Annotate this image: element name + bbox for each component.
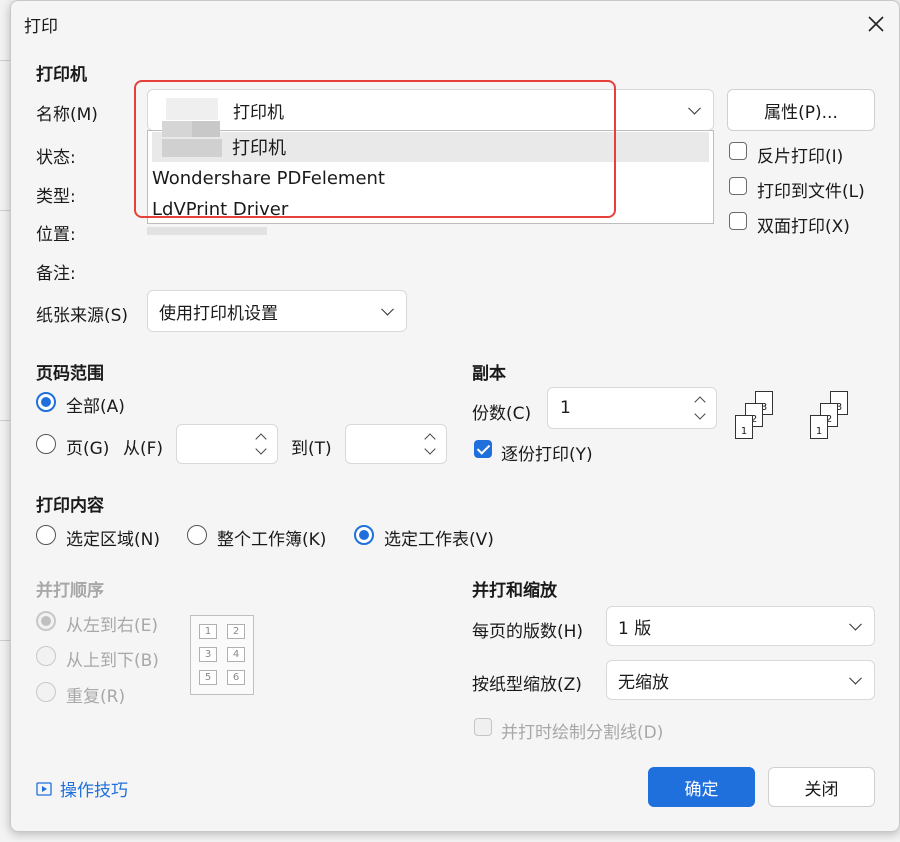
- order-cell: 5: [199, 670, 217, 685]
- order-cell: 1: [199, 624, 217, 639]
- pages-per-sheet-value: 1 版: [618, 618, 652, 639]
- scale-label: 按纸型缩放(Z): [472, 675, 582, 695]
- order-cell: 2: [227, 624, 245, 639]
- chevron-down-icon: [688, 101, 701, 115]
- copies-title: 副本: [472, 364, 506, 384]
- selection-radio[interactable]: [36, 525, 56, 545]
- worksheet-label[interactable]: 选定工作表(V): [384, 525, 494, 550]
- scale-select[interactable]: 无缩放: [606, 660, 875, 700]
- workbook-label[interactable]: 整个工作簿(K): [217, 525, 326, 550]
- order-cell: 3: [199, 647, 217, 662]
- order-cell: 4: [227, 647, 245, 662]
- chevron-down-icon: [381, 302, 394, 316]
- copies-count-value: 1: [560, 398, 571, 418]
- page-range-pages-label[interactable]: 页(G): [66, 434, 109, 459]
- redacted-printer-name: [162, 139, 222, 157]
- collate-label[interactable]: 逐份打印(Y): [501, 440, 593, 465]
- properties-button[interactable]: 属性(P)...: [727, 89, 875, 131]
- spin-down-icon[interactable]: [424, 443, 436, 455]
- selection-label[interactable]: 选定区域(N): [66, 525, 160, 550]
- collate-pages-icon: 3 2 1: [808, 391, 860, 443]
- chevron-down-icon: [849, 671, 862, 685]
- dropdown-item-label: Wondershare PDFelement: [152, 167, 385, 189]
- dropdown-item-label: 打印机: [232, 138, 286, 159]
- repeat-radio[interactable]: [36, 682, 56, 702]
- order-cell: 6: [227, 670, 245, 685]
- worksheet-radio[interactable]: [354, 525, 374, 545]
- copy-page-1: 1: [810, 415, 828, 439]
- play-box-icon: [36, 781, 52, 796]
- print-content-title: 打印内容: [36, 496, 104, 516]
- left-to-right-radio[interactable]: [36, 611, 56, 631]
- spin-down-icon[interactable]: [694, 408, 706, 420]
- draw-lines-checkbox[interactable]: [474, 718, 492, 736]
- redacted-location: [147, 227, 267, 235]
- print-dialog: 打印 打印机 名称(M) 打印机 属性(P)... 状态: 类型: 位置: 备注…: [10, 0, 900, 832]
- page-range-all-radio[interactable]: [36, 392, 56, 412]
- close-icon[interactable]: [861, 9, 891, 39]
- duplex-checkbox[interactable]: [729, 212, 747, 230]
- scaling-title: 并打和缩放: [472, 581, 557, 601]
- paper-source-value: 使用打印机设置: [159, 303, 278, 324]
- dropdown-item-label: LdVPrint Driver: [152, 198, 289, 220]
- page-range-title: 页码范围: [36, 364, 104, 384]
- close-button[interactable]: 关闭: [768, 767, 875, 807]
- paper-source-select[interactable]: 使用打印机设置: [147, 290, 407, 332]
- dropdown-item[interactable]: Wondershare PDFelement: [152, 163, 709, 193]
- printer-name-value: 打印机: [233, 102, 284, 123]
- duplex-label[interactable]: 双面打印(X): [757, 212, 850, 237]
- collate-checkbox[interactable]: [474, 440, 492, 458]
- copy-page-1: 1: [735, 415, 753, 439]
- top-to-bottom-label[interactable]: 从上到下(B): [66, 646, 159, 671]
- workbook-radio[interactable]: [187, 525, 207, 545]
- tips-label[interactable]: 操作技巧: [60, 776, 128, 801]
- printer-dropdown-list: 打印机 Wondershare PDFelement LdVPrint Driv…: [147, 121, 714, 224]
- paper-source-label: 纸张来源(S): [36, 306, 129, 326]
- from-page-spinner[interactable]: [176, 424, 278, 464]
- top-to-bottom-radio[interactable]: [36, 646, 56, 666]
- spin-down-icon[interactable]: [255, 443, 267, 455]
- print-to-file-label[interactable]: 打印到文件(L): [757, 177, 865, 202]
- from-label: 从(F): [123, 439, 164, 459]
- collate-pages-icon: 3 2 1: [733, 391, 785, 443]
- printer-section-title: 打印机: [36, 65, 87, 85]
- ok-button[interactable]: 确定: [648, 767, 755, 807]
- to-page-spinner[interactable]: [345, 424, 447, 464]
- redacted-printer-name: [192, 121, 220, 137]
- to-label: 到(T): [291, 439, 332, 459]
- tips-link[interactable]: 操作技巧: [36, 776, 128, 801]
- printer-name-label: 名称(M): [36, 105, 98, 125]
- comment-label: 备注:: [36, 264, 76, 284]
- type-label: 类型:: [36, 187, 76, 207]
- print-to-file-checkbox[interactable]: [729, 177, 747, 195]
- redacted-printer-name: [166, 98, 218, 120]
- dialog-title: 打印: [24, 17, 58, 37]
- chevron-down-icon: [849, 617, 862, 631]
- dropdown-item[interactable]: 打印机: [152, 121, 709, 162]
- spin-up-icon[interactable]: [694, 396, 706, 408]
- copies-count-label: 份数(C): [472, 404, 532, 424]
- reverse-print-label[interactable]: 反片打印(I): [757, 142, 843, 167]
- copies-count-spinner[interactable]: 1: [547, 387, 717, 429]
- location-label: 位置:: [36, 225, 76, 245]
- scale-value: 无缩放: [618, 672, 669, 693]
- reverse-print-checkbox[interactable]: [729, 142, 747, 160]
- page-range-pages-radio[interactable]: [36, 434, 56, 454]
- pages-per-sheet-select[interactable]: 1 版: [606, 606, 875, 646]
- left-to-right-label[interactable]: 从左到右(E): [66, 611, 158, 636]
- page-order-preview: 1 2 3 4 5 6: [190, 615, 254, 695]
- draw-lines-label[interactable]: 并打时绘制分割线(D): [501, 718, 663, 743]
- status-label: 状态:: [36, 148, 76, 168]
- order-title: 并打顺序: [36, 581, 104, 601]
- page-range-all-label[interactable]: 全部(A): [66, 392, 125, 417]
- pages-per-sheet-label: 每页的版数(H): [472, 622, 584, 642]
- printer-name-select[interactable]: 打印机: [147, 89, 714, 131]
- repeat-label[interactable]: 重复(R): [66, 682, 125, 707]
- dropdown-item[interactable]: LdVPrint Driver: [152, 194, 709, 224]
